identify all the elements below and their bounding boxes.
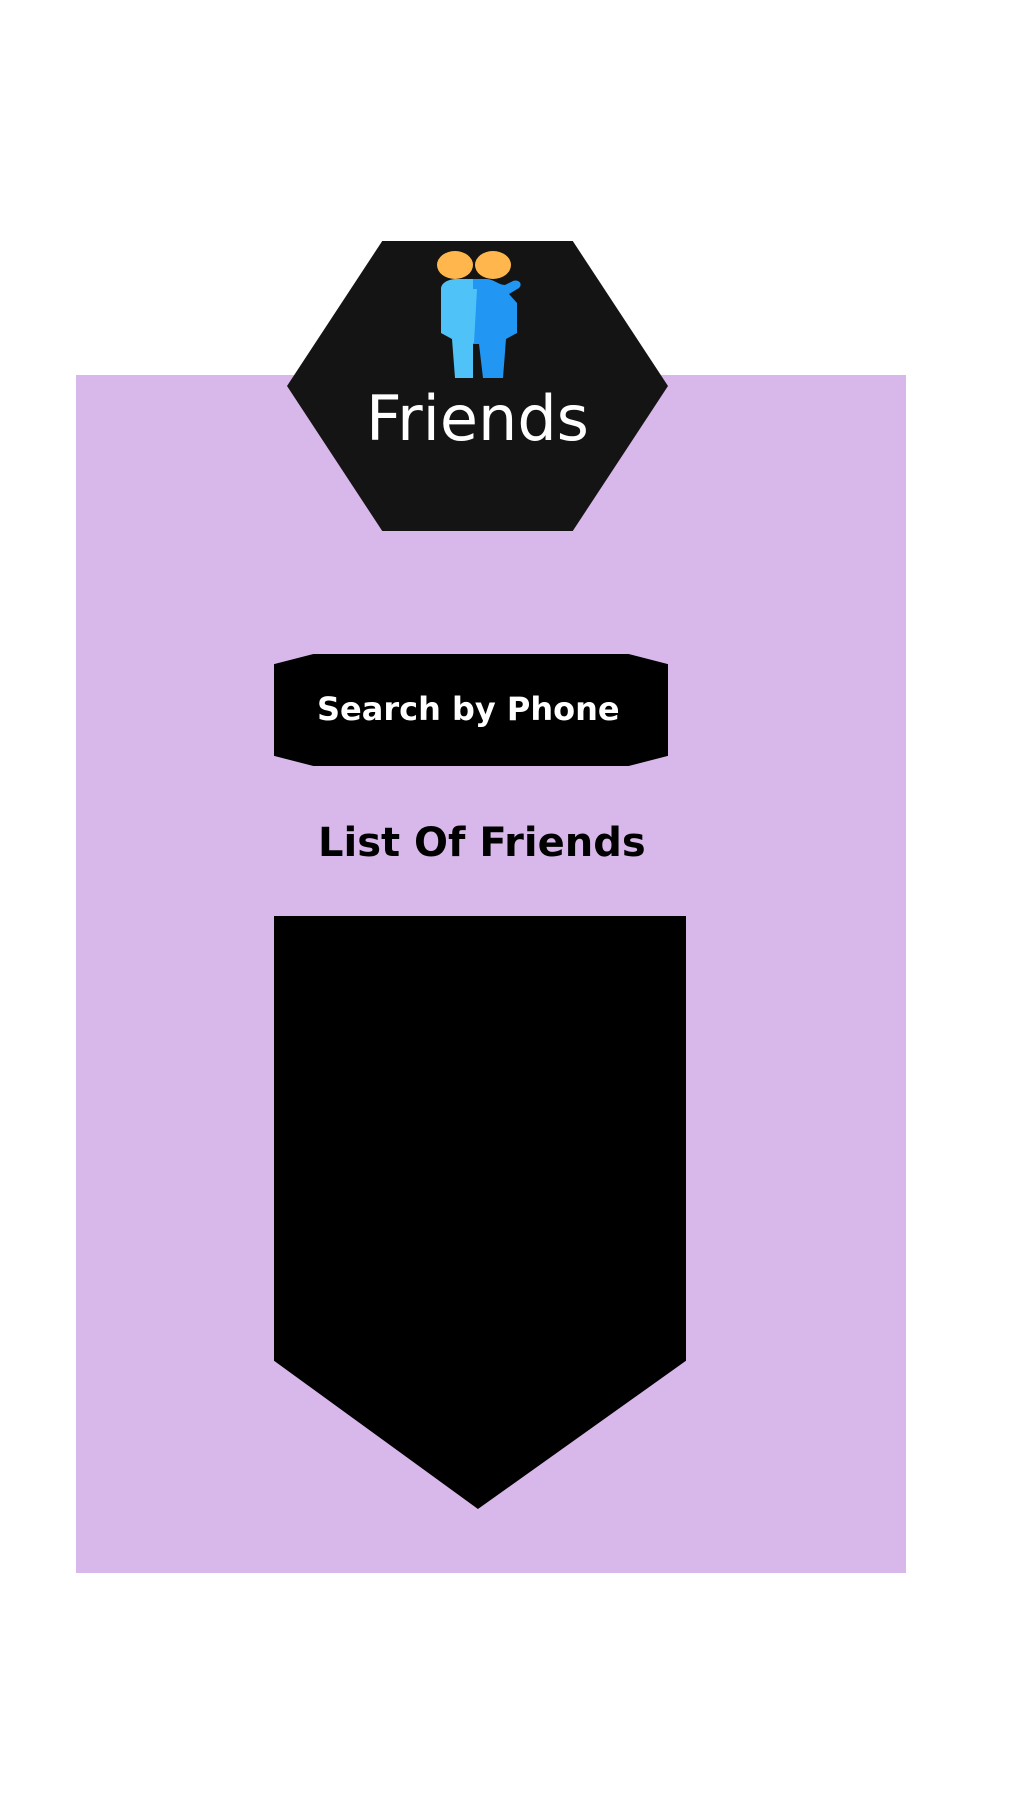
page-title: Friends [366,382,589,455]
search-by-phone-button[interactable]: Search by Phone [274,654,668,766]
search-by-phone-label: Search by Phone [317,690,620,728]
friends-page: Friends Search by Phone List Of Friends [0,0,1024,1800]
friends-list-title: List Of Friends [318,820,646,866]
friends-icon [437,251,521,378]
